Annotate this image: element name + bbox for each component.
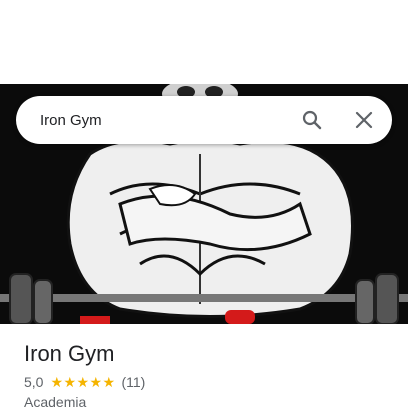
- review-count[interactable]: (11): [121, 374, 145, 390]
- search-bar[interactable]: [16, 96, 392, 144]
- clear-search-button[interactable]: [344, 100, 384, 140]
- search-button[interactable]: [292, 100, 332, 140]
- place-title: Iron Gym: [24, 341, 115, 366]
- star-icon: ★: [102, 374, 116, 390]
- top-blank-area: [0, 0, 408, 84]
- star-icon: ★: [63, 374, 77, 390]
- close-icon: [355, 111, 373, 129]
- star-icon: ★: [50, 374, 64, 390]
- rating-value: 5,0: [24, 374, 44, 390]
- star-icon: ★: [89, 374, 103, 390]
- rating-row[interactable]: 5,0 ★ ★ ★ ★ ★ (11): [24, 374, 392, 390]
- place-info-panel: Iron Gym 5,0 ★ ★ ★ ★ ★ (11) Academia: [24, 340, 392, 410]
- search-icon: [302, 110, 322, 130]
- search-input[interactable]: [16, 96, 292, 144]
- rating-stars: ★ ★ ★ ★ ★: [50, 375, 115, 389]
- star-icon: ★: [76, 374, 90, 390]
